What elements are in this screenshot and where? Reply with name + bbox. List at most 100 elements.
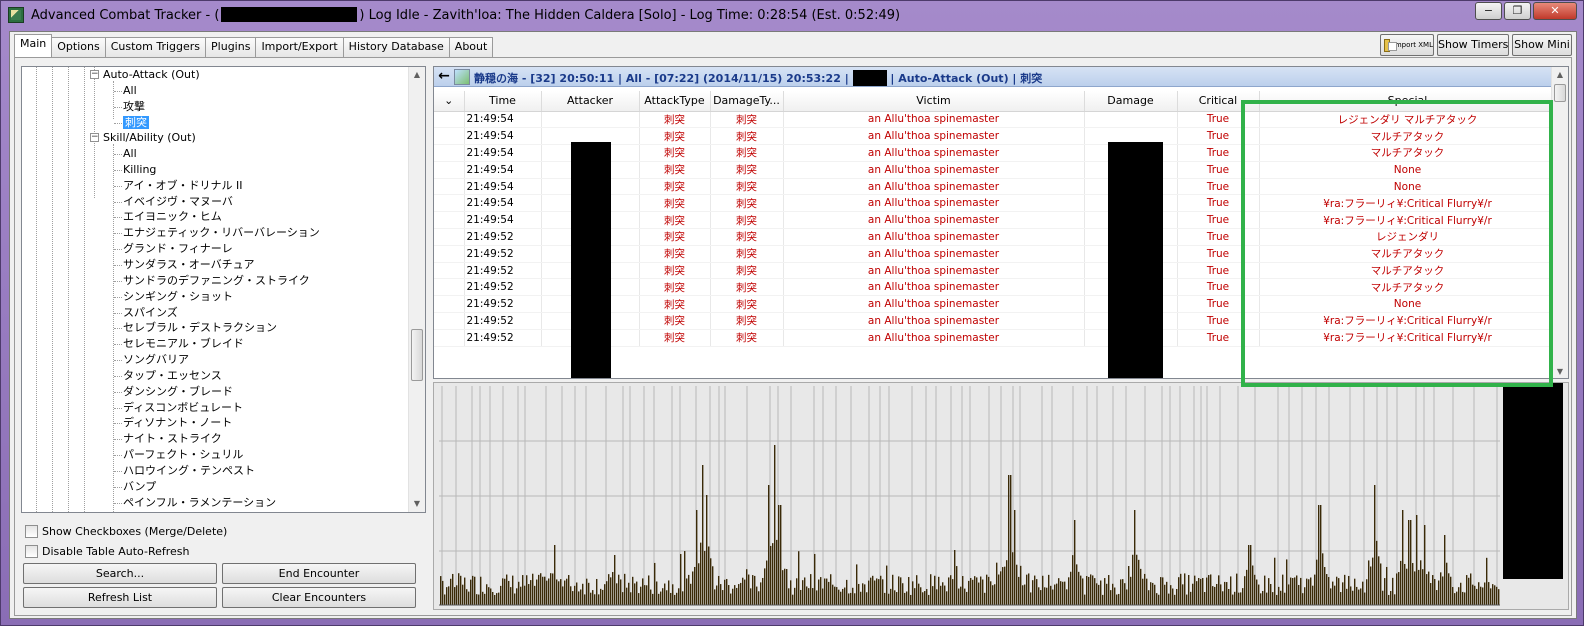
graph-bar: [1016, 564, 1018, 605]
graph-bar: [834, 586, 836, 605]
minimize-button[interactable]: −: [1475, 2, 1502, 20]
tree-item-auto-attack[interactable]: Auto-Attack (Out): [103, 67, 200, 83]
tree-item-skill-1[interactable]: Killing: [123, 162, 156, 178]
graph-bar: [842, 588, 844, 605]
cell-time: 21:49:54: [464, 161, 542, 179]
tree-item-skill-16[interactable]: ディスコンボビュレート: [123, 400, 243, 416]
log-scrollbar[interactable]: ▲ ▼: [1551, 67, 1568, 378]
tree-item-skill-10[interactable]: スパインズ: [123, 305, 178, 321]
scroll-up-icon[interactable]: ▲: [1552, 67, 1568, 83]
column-header-damagety-[interactable]: DamageTy...: [710, 91, 784, 112]
tree-item-skill-2[interactable]: アイ・オブ・ドリナル II: [123, 178, 242, 194]
tab-options[interactable]: Options: [51, 37, 106, 57]
graph-bar: [1174, 594, 1176, 605]
close-button[interactable]: ✕: [1533, 2, 1577, 20]
tree-item-skill-18[interactable]: ナイト・ストライク: [123, 431, 222, 447]
tree-item-skill-9[interactable]: シンギング・ショット: [123, 289, 233, 305]
tree-item-skill-5[interactable]: エナジェティック・リバーバレーション: [123, 225, 320, 241]
tree-item-skill-12[interactable]: セレモニアル・ブレイド: [123, 336, 244, 352]
disable-refresh-checkbox[interactable]: [25, 544, 38, 558]
graph-bar: [1158, 594, 1160, 605]
maximize-button[interactable]: ❐: [1504, 2, 1531, 20]
graph-bar: [690, 583, 692, 605]
tree-item-skill-13[interactable]: ソングバリア: [123, 352, 189, 368]
tab-custom-triggers[interactable]: Custom Triggers: [104, 37, 207, 57]
scroll-down-icon[interactable]: ▼: [409, 496, 425, 512]
column-header-victim[interactable]: Victim: [783, 91, 1085, 112]
back-arrow-icon[interactable]: ←: [436, 69, 452, 85]
tab-about[interactable]: About: [448, 37, 494, 57]
tree-item-skill-22[interactable]: ペインフル・ラメンテーション: [123, 495, 276, 511]
tree-item-skill-17[interactable]: ディソナント・ノート: [123, 415, 232, 431]
tree-scrollbar[interactable]: ▲ ▼: [408, 67, 425, 512]
graph-bar: [614, 555, 616, 605]
collapse-icon[interactable]: −: [90, 70, 99, 79]
tree-guide: [36, 67, 37, 512]
tree-item-skill-4[interactable]: エイヨニック・ヒム: [123, 209, 222, 225]
graph-bar: [1320, 505, 1322, 605]
clear-encounters-button[interactable]: Clear Encounters: [222, 587, 416, 608]
show-checkboxes-option[interactable]: Show Checkboxes (Merge/Delete): [25, 523, 227, 539]
column-header-damage[interactable]: Damage: [1084, 91, 1178, 112]
tree-item-aa-1[interactable]: 攻撃: [123, 99, 145, 115]
column-header-attacktype[interactable]: AttackType: [639, 91, 711, 112]
tab-main[interactable]: Main: [14, 34, 53, 57]
tree-item-skill-7[interactable]: サンダラス・オーバチュア: [123, 257, 254, 273]
refresh-list-button[interactable]: Refresh List: [23, 587, 217, 608]
search-button[interactable]: Search...: [23, 563, 217, 584]
end-encounter-button[interactable]: End Encounter: [222, 563, 416, 584]
import-xml-button[interactable]: Import XML: [1380, 34, 1434, 56]
sort-arrow-icon[interactable]: ⌄: [434, 91, 465, 112]
tree-guide: [114, 91, 122, 92]
graph-bar: [952, 579, 954, 605]
scroll-up-icon[interactable]: ▲: [409, 67, 425, 83]
encounter-tree[interactable]: ▲ ▼ − Auto-Attack (Out) All 攻撃 刺突 − Skill/Abil…: [21, 66, 426, 513]
graph-bar: [888, 593, 890, 605]
tree-item-skill-14[interactable]: タップ・エッセンス: [123, 368, 222, 384]
picture-icon[interactable]: [454, 69, 470, 85]
show-checkboxes-checkbox[interactable]: [25, 524, 38, 538]
tree-item-skill-3[interactable]: イベイジヴ・マヌーバ: [123, 194, 233, 210]
tab-plugins[interactable]: Plugins: [205, 37, 257, 57]
show-timers-button[interactable]: Show Timers: [1437, 34, 1509, 56]
tree-item-skill-15[interactable]: ダンシング・ブレード: [123, 384, 233, 400]
tree-guide: [114, 486, 122, 488]
scroll-thumb[interactable]: [411, 329, 423, 381]
tree-item-skill-0[interactable]: All: [123, 146, 137, 162]
graph-bar: [704, 550, 706, 605]
graph-bar: [772, 543, 774, 605]
graph-bar: [576, 582, 578, 605]
graph-bar: [530, 580, 532, 605]
graph-bar: [982, 579, 984, 605]
scroll-down-icon[interactable]: ▼: [1552, 364, 1568, 378]
graph-bar: [1282, 574, 1284, 605]
tree-item-skill-20[interactable]: ハロウイング・テンペスト: [123, 463, 255, 479]
tree-item-aa-0[interactable]: All: [123, 83, 137, 99]
tree-item-skill-23[interactable]: ﾒﾛﾃﾞｨｰ・ﾌﾞﾚｰﾄﾞ: [123, 511, 200, 513]
graph-bar: [1038, 587, 1040, 605]
tab-import-export[interactable]: Import/Export: [255, 37, 344, 57]
graph-bar: [1032, 580, 1034, 605]
scroll-thumb[interactable]: [1554, 84, 1566, 102]
column-header-attacker[interactable]: Attacker: [541, 91, 640, 112]
tab-history-database[interactable]: History Database: [342, 37, 450, 57]
disable-refresh-option[interactable]: Disable Table Auto-Refresh: [25, 543, 190, 559]
collapse-icon[interactable]: −: [90, 133, 99, 142]
show-mini-button[interactable]: Show Mini: [1512, 34, 1572, 56]
graph-bar: [1318, 505, 1320, 605]
tree-item-skill-11[interactable]: セレブラル・デストラクション: [123, 320, 277, 336]
graph-bar: [466, 589, 468, 605]
graph-bar: [630, 592, 632, 605]
client-area: Main Options Custom Triggers Plugins Import/…: [9, 31, 1577, 619]
tree-item-aa-2[interactable]: 刺突: [123, 115, 149, 131]
tree-item-skill-ability[interactable]: Skill/Ability (Out): [103, 130, 196, 146]
title-bar[interactable]: Advanced Combat Tracker - () Log Idle - …: [1, 1, 1583, 31]
graph-bar: [848, 593, 850, 605]
tree-item-skill-8[interactable]: サンドラのデファニング・ストライク: [123, 273, 310, 289]
tree-item-skill-21[interactable]: バンプ: [123, 479, 156, 495]
graph-bar: [1370, 566, 1372, 605]
tree-item-skill-6[interactable]: グランド・フィナーレ: [123, 241, 233, 257]
column-header-time[interactable]: Time: [464, 91, 542, 112]
tree-item-skill-19[interactable]: パーフェクト・シュリル: [123, 447, 243, 463]
graph-bar: [516, 588, 518, 605]
